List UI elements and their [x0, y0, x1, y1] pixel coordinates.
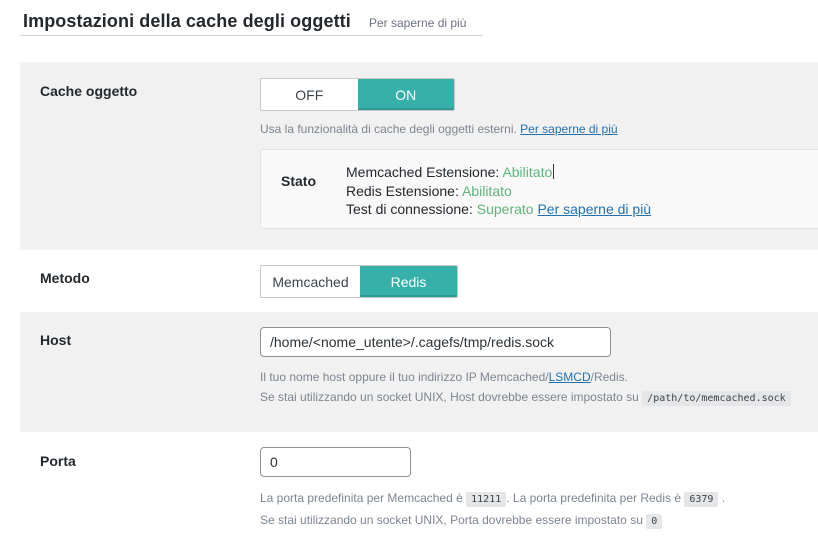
port-label: Porta	[40, 453, 76, 469]
status-connection: Test di connessione: Superato Per sapern…	[346, 200, 651, 219]
port-redis-code: 6379	[684, 492, 719, 507]
port-memcached-code: 11211	[466, 492, 507, 507]
port-row: Porta 0 La porta predefinita per Memcach…	[20, 432, 818, 546]
method-row: Metodo Memcached Redis	[20, 250, 818, 312]
host-help-line2: Se stai utilizzando un socket UNIX, Host…	[260, 387, 791, 409]
status-memcached-label: Memcached Estensione:	[346, 164, 500, 180]
method-memcached-button[interactable]: Memcached	[261, 266, 360, 297]
port-help-end: .	[721, 491, 726, 505]
text-caret	[553, 164, 555, 179]
object-cache-row: Cache oggetto OFF ON Usa la funzionalità…	[20, 62, 818, 250]
page-title: Impostazioni della cache degli oggetti	[23, 11, 351, 31]
status-redis-value: Abilitato	[461, 182, 512, 199]
object-cache-learn-more-link[interactable]: Per saperne di più	[520, 122, 617, 136]
host-label: Host	[40, 332, 72, 348]
host-input[interactable]: /home/<nome_utente>/.cagefs/tmp/redis.so…	[260, 327, 611, 357]
method-redis-button[interactable]: Redis	[360, 266, 457, 297]
host-help-suffix: /Redis.	[590, 370, 628, 384]
page-header: Impostazioni della cache degli oggetti P…	[20, 0, 483, 36]
port-help-line1: La porta predefinita per Memcached è 112…	[260, 488, 725, 510]
host-row: Host /home/<nome_utente>/.cagefs/tmp/red…	[20, 312, 818, 432]
host-help-text: Il tuo nome host oppure il tuo indirizzo…	[260, 370, 549, 384]
port-help-memcached: La porta predefinita per Memcached è	[260, 491, 463, 505]
object-cache-on-button[interactable]: ON	[357, 79, 454, 110]
port-help-redis: . La porta predefinita per Redis è	[506, 491, 682, 505]
object-cache-help-text: Usa la funzionalità di cache degli ogget…	[260, 122, 517, 136]
host-help: Il tuo nome host oppure il tuo indirizzo…	[260, 367, 791, 409]
status-learn-more-link[interactable]: Per saperne di più	[537, 201, 651, 217]
object-cache-toggle: OFF ON	[260, 78, 455, 111]
status-memcached-value: Abilitato	[502, 164, 553, 180]
status-label: Stato	[281, 173, 316, 189]
object-cache-off-button[interactable]: OFF	[261, 79, 358, 110]
object-cache-label: Cache oggetto	[40, 83, 138, 99]
lsmcd-link[interactable]: LSMCD	[549, 370, 591, 384]
port-socket-text: Se stai utilizzando un socket UNIX, Port…	[260, 513, 643, 527]
learn-more-link[interactable]: Per saperne di più	[369, 16, 466, 30]
status-box: Stato Memcached Estensione: Abilitato Re…	[260, 149, 818, 229]
status-redis: Redis Estensione: Abilitato	[346, 182, 651, 201]
port-help-line2: Se stai utilizzando un socket UNIX, Port…	[260, 510, 725, 532]
status-connection-label: Test di connessione:	[346, 201, 473, 217]
status-memcached: Memcached Estensione: Abilitato	[346, 163, 651, 182]
port-input[interactable]: 0	[260, 447, 411, 477]
port-help: La porta predefinita per Memcached è 112…	[260, 488, 725, 532]
port-socket-code: 0	[646, 514, 663, 529]
status-connection-value: Superato	[476, 201, 534, 217]
host-help-line1: Il tuo nome host oppure il tuo indirizzo…	[260, 367, 791, 387]
method-toggle: Memcached Redis	[260, 265, 458, 298]
host-socket-code: /path/to/memcached.sock	[642, 391, 791, 406]
host-socket-text: Se stai utilizzando un socket UNIX, Host…	[260, 390, 639, 404]
status-lines: Memcached Estensione: Abilitato Redis Es…	[346, 163, 651, 219]
method-label: Metodo	[40, 270, 90, 286]
status-redis-label: Redis Estensione:	[346, 182, 459, 199]
object-cache-help: Usa la funzionalità di cache degli ogget…	[260, 119, 618, 139]
